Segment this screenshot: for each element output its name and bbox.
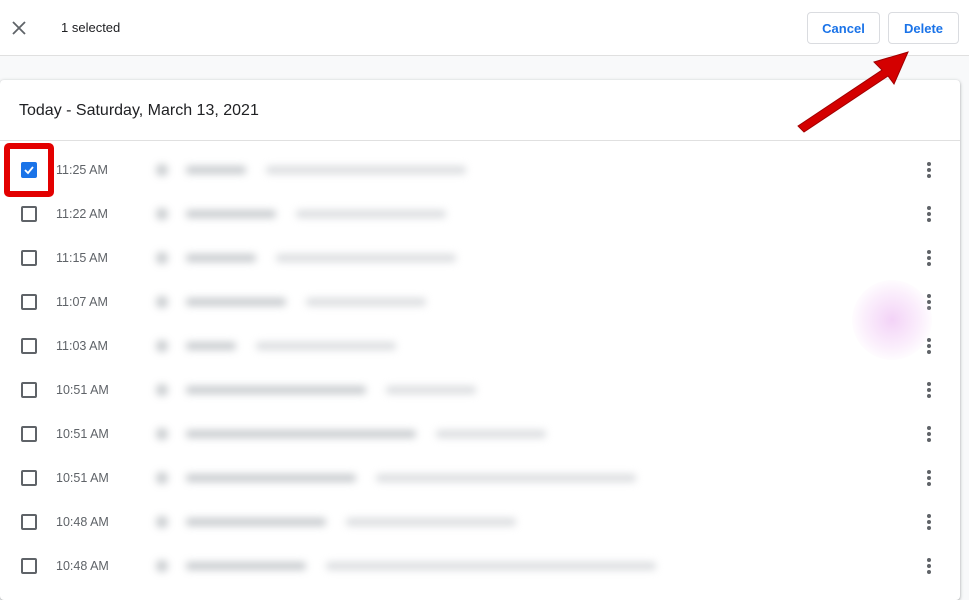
more-actions-button[interactable]: [918, 512, 938, 532]
entry-domain: [266, 166, 466, 174]
row-checkbox[interactable]: [21, 426, 37, 442]
favicon-icon: [156, 472, 168, 484]
history-card: Today - Saturday, March 13, 2021 11:25 A…: [0, 80, 960, 600]
favicon-icon: [156, 164, 168, 176]
close-icon: [12, 21, 26, 35]
visit-time: 10:48 AM: [56, 559, 109, 573]
favicon-icon: [156, 296, 168, 308]
favicon-icon: [156, 208, 168, 220]
visit-time: 10:51 AM: [56, 427, 109, 441]
entry-title: [186, 254, 256, 262]
history-row[interactable]: 10:48 AM: [0, 544, 960, 588]
more-actions-button[interactable]: [918, 380, 938, 400]
divider: [0, 140, 960, 141]
entry-title: [186, 210, 276, 218]
history-row[interactable]: 11:03 AM: [0, 324, 960, 368]
blurred-entry-link[interactable]: [150, 246, 456, 270]
row-checkbox[interactable]: [21, 514, 37, 530]
row-checkbox[interactable]: [21, 470, 37, 486]
more-actions-button[interactable]: [918, 468, 938, 488]
entry-title: [186, 430, 416, 438]
blurred-entry-link[interactable]: [150, 334, 396, 358]
entry-domain: [296, 210, 446, 218]
history-row[interactable]: 10:51 AM: [0, 368, 960, 412]
favicon-icon: [156, 252, 168, 264]
entry-title: [186, 166, 246, 174]
date-heading: Today - Saturday, March 13, 2021: [19, 102, 259, 119]
visit-time: 11:03 AM: [56, 339, 108, 353]
entry-title: [186, 562, 306, 570]
entry-title: [186, 386, 366, 394]
clear-selection-button[interactable]: [8, 17, 30, 39]
favicon-icon: [156, 560, 168, 572]
arrow-annotation-icon: [797, 51, 909, 133]
row-checkbox[interactable]: [21, 382, 37, 398]
more-actions-button[interactable]: [918, 204, 938, 224]
more-actions-button[interactable]: [918, 424, 938, 444]
history-row[interactable]: 11:07 AM: [0, 280, 960, 324]
entry-domain: [256, 342, 396, 350]
entry-domain: [376, 474, 636, 482]
visit-time: 11:25 AM: [56, 163, 108, 177]
more-actions-button[interactable]: [918, 556, 938, 576]
blurred-entry-link[interactable]: [150, 554, 656, 578]
row-checkbox[interactable]: [21, 250, 37, 266]
blurred-entry-link[interactable]: [150, 466, 636, 490]
selected-count: 1 selected: [61, 20, 121, 35]
more-actions-button[interactable]: [918, 248, 938, 268]
entry-title: [186, 342, 236, 350]
blurred-entry-link[interactable]: [150, 378, 476, 402]
more-actions-button[interactable]: [918, 160, 938, 180]
entry-domain: [276, 254, 456, 262]
history-row[interactable]: 11:25 AM: [0, 148, 960, 192]
entry-domain: [306, 298, 426, 306]
entry-title: [186, 518, 326, 526]
blurred-entry-link[interactable]: [150, 158, 466, 182]
history-row[interactable]: 10:48 AM: [0, 500, 960, 544]
row-checkbox[interactable]: [21, 294, 37, 310]
favicon-icon: [156, 516, 168, 528]
entry-domain: [436, 430, 546, 438]
entry-domain: [346, 518, 516, 526]
blurred-entry-link[interactable]: [150, 510, 516, 534]
blurred-entry-link[interactable]: [150, 202, 446, 226]
visit-time: 10:51 AM: [56, 471, 109, 485]
row-checkbox[interactable]: [21, 338, 37, 354]
visit-time: 11:22 AM: [56, 207, 108, 221]
visit-time: 11:07 AM: [56, 295, 108, 309]
history-row[interactable]: 10:51 AM: [0, 456, 960, 500]
history-row[interactable]: 11:15 AM: [0, 236, 960, 280]
row-checkbox[interactable]: [21, 558, 37, 574]
favicon-icon: [156, 428, 168, 440]
entry-domain: [326, 562, 656, 570]
history-row[interactable]: 10:51 AM: [0, 412, 960, 456]
blurred-entry-link[interactable]: [150, 422, 546, 446]
checkbox-highlight-annotation: [4, 143, 54, 197]
entry-title: [186, 474, 356, 482]
history-row[interactable]: 11:22 AM: [0, 192, 960, 236]
entry-title: [186, 298, 286, 306]
blurred-entry-link[interactable]: [150, 290, 426, 314]
favicon-icon: [156, 384, 168, 396]
visit-time: 10:51 AM: [56, 383, 109, 397]
row-checkbox[interactable]: [21, 206, 37, 222]
visit-time: 10:48 AM: [56, 515, 109, 529]
visit-time: 11:15 AM: [56, 251, 108, 265]
entry-domain: [386, 386, 476, 394]
favicon-icon: [156, 340, 168, 352]
hover-ripple: [852, 280, 932, 360]
